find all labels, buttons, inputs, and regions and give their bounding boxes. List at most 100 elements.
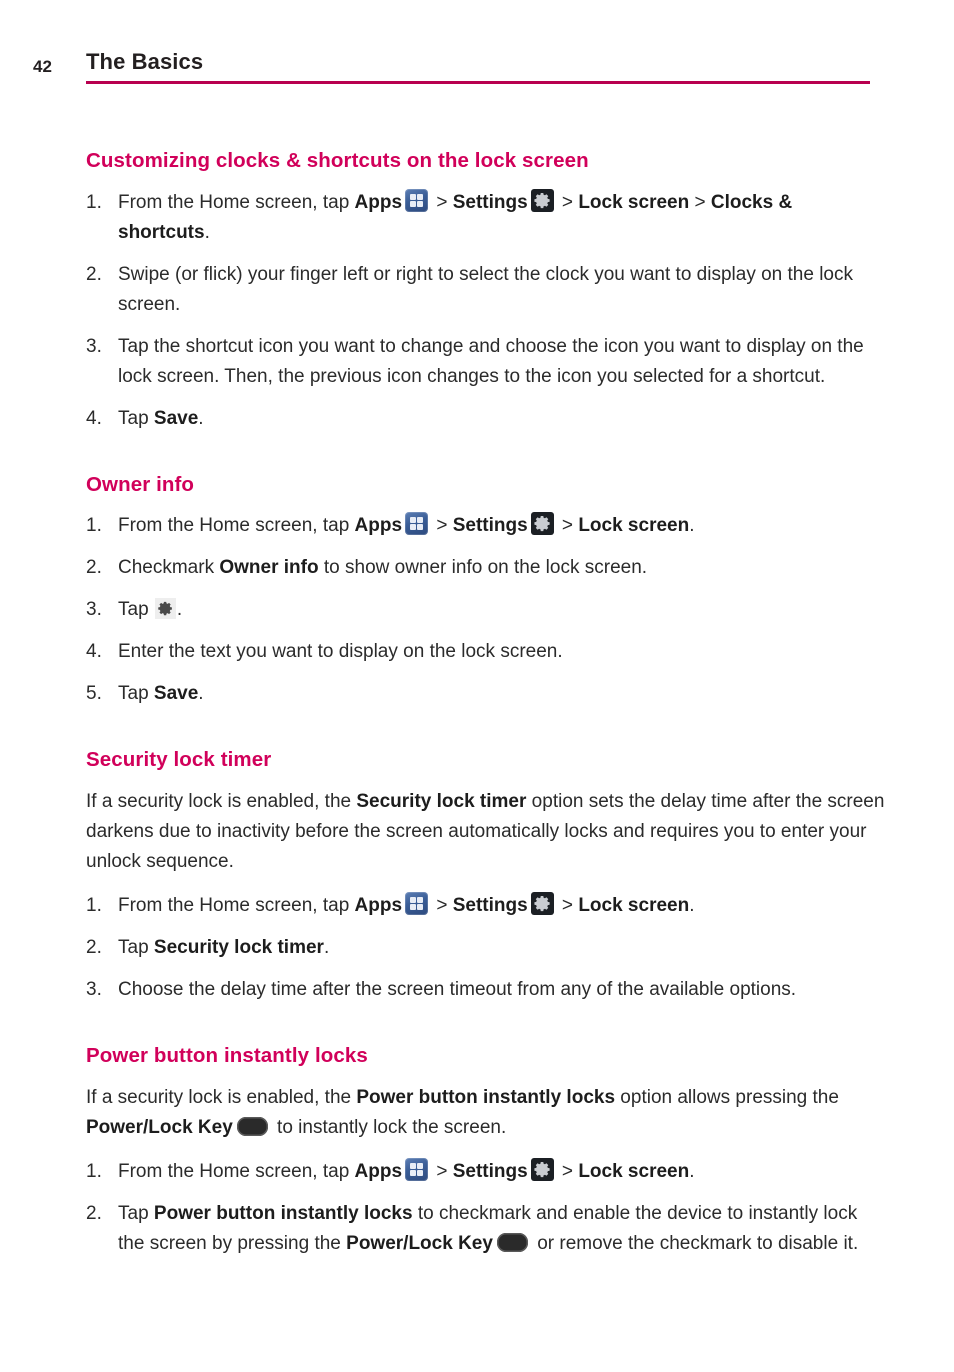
body-text-run: . [198,683,204,705]
body-text-run: > [689,191,711,213]
step-text: From the Home screen, tap Apps > Setting… [118,188,792,243]
step-text: Tap Power button instantly locks to chec… [118,1203,858,1254]
step-item: 1. From the Home screen, tap Apps > Setti… [86,1157,886,1187]
settings-gear-icon [530,188,554,212]
body-text-run: From the Home screen, tap [118,1160,355,1182]
body-text-run: From the Home screen, tap [118,515,355,537]
settings-gear-icon [530,1157,554,1181]
step-item: 3. Choose the delay time after the screen… [86,975,886,1005]
body-text-run: From the Home screen, tap [118,894,355,916]
emphasis-text: Security lock timer [153,936,324,958]
step-list: 1. From the Home screen, tap Apps > Setti… [86,188,886,434]
step-number: 1. [86,1160,102,1182]
emphasis-text: Lock screen [578,191,690,213]
body-text-run: If a security lock is enabled, the [86,1086,357,1108]
step-text: Choose the delay time after the screen t… [118,979,796,1000]
settings-gear-icon [530,512,554,536]
body-text-run: or remove the checkmark to disable it. [531,1232,859,1254]
emphasis-text: Apps [354,515,403,537]
page-number: 42 [33,57,52,76]
step-number: 5. [86,683,102,705]
body-text-run: From the Home screen, tap [118,191,355,213]
power-lock-key-icon [496,1232,528,1252]
step-number: 1. [86,191,102,213]
step-text: From the Home screen, tap Apps > Setting… [118,891,695,916]
body-text-run: > [556,1160,579,1182]
body-text-run: > [556,894,579,916]
body-text-run: . [689,515,695,537]
section-heading: Security lock timer [86,748,272,772]
emphasis-text: Lock screen [578,515,690,537]
step-item: 4. Enter the text you want to display on … [86,637,886,667]
body-text-run: . [689,1160,695,1182]
step-text: From the Home screen, tap Apps > Setting… [118,1157,695,1182]
body-text-run: to instantly lock the screen. [271,1116,507,1138]
step-number: 2. [86,936,102,958]
gear-icon [154,598,176,620]
step-text: Tap . [118,598,183,621]
step-list: 1. From the Home screen, tap Apps > Setti… [86,511,886,709]
step-item: 2. Tap Power button instantly locks to ch… [86,1199,886,1259]
body-text-run: > [431,894,453,916]
apps-grid-icon [405,512,429,536]
emphasis-text: Power/Lock Key [346,1232,493,1254]
step-number: 4. [86,641,102,663]
body-text-run: Tap [118,683,154,705]
body-text-run: . [323,936,330,958]
body-text-run: If a security lock is enabled, the [86,790,357,812]
step-text: Tap Save. [118,683,204,704]
body-text-run: Swipe (or flick) your finger left or rig… [118,263,853,315]
section-heading: Power button instantly locks [86,1043,368,1067]
step-list: 1. From the Home screen, tap Apps > Setti… [86,1157,886,1259]
step-text: From the Home screen, tap Apps > Setting… [118,512,695,537]
step-text: Checkmark Owner info to show owner info … [118,557,647,578]
step-number: 1. [86,894,102,916]
body-text-run: Checkmark [118,557,220,579]
body-text-run: > [431,515,453,537]
emphasis-text: Save [153,407,199,429]
step-number: 2. [86,263,102,285]
body-text-run: . [176,599,183,621]
body-text-run: Enter the text you want to display on th… [118,641,563,663]
emphasis-text: Power/Lock Key [86,1116,233,1138]
step-number: 4. [86,407,102,429]
step-number: 3. [86,978,102,1000]
emphasis-text: Power button instantly locks [153,1202,413,1224]
body-text-run: to show owner info on the lock screen. [318,557,648,579]
step-text: Tap Security lock timer. [118,937,329,958]
step-text: Tap the shortcut icon you want to change… [118,336,864,387]
step-number: 3. [86,335,102,357]
section-heading: Owner info [86,472,195,496]
emphasis-text: Apps [354,191,403,213]
step-item: 2. Checkmark Owner info to show owner inf… [86,553,886,583]
emphasis-text: Power button instantly locks [356,1086,616,1108]
emphasis-text: Apps [354,1160,403,1182]
emphasis-text: Lock screen [578,1160,690,1182]
section-heading: Customizing clocks & shortcuts on the lo… [86,149,589,172]
step-item: 4. Tap Save. [86,404,886,434]
step-item: 1. From the Home screen, tap Apps > Setti… [86,891,886,921]
body-text-run: Tap [118,936,154,958]
apps-grid-icon [405,188,429,212]
step-item: 5. Tap Save. [86,679,886,709]
step-number: 1. [86,515,102,537]
emphasis-text: Apps [354,894,403,916]
body-text-run: . [204,221,210,243]
page-running-head: 42 The Basics [0,46,954,86]
step-item: 3. Tap the shortcut icon you want to chan… [86,332,886,392]
emphasis-text: Settings [452,515,528,537]
emphasis-text: Lock screen [578,894,690,916]
step-item: 1. From the Home screen, tap Apps > Setti… [86,188,886,248]
body-text-run: Choose the delay time after the screen t… [118,978,797,1000]
apps-grid-icon [405,891,429,915]
step-item: 2. Tap Security lock timer. [86,933,886,963]
step-item: 2. Swipe (or flick) your finger left or r… [86,260,886,320]
body-text-run: Tap [118,407,154,429]
step-number: 3. [86,599,102,621]
step-item: 3. Tap . [86,595,886,625]
